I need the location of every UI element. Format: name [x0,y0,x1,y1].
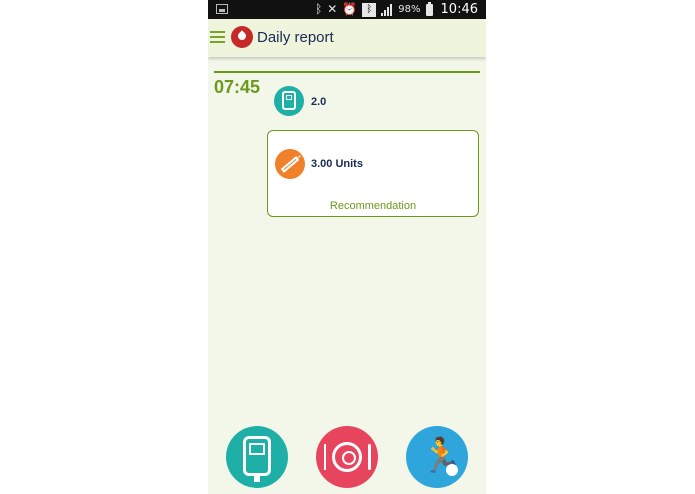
fork-icon [324,444,326,470]
meal-plate-icon [332,442,362,472]
timeline-divider [214,71,480,73]
status-bar: ᛒ ✕ ⏰ ᛒ 98% 10:46 [208,0,486,19]
insulin-dose-value: 3.00 Units [311,158,363,170]
signal-icon [381,3,393,16]
battery-percent: 98% [398,4,421,15]
alarm-icon: ⏰ [342,2,358,16]
syringe-icon [275,149,305,179]
bluetooth-box-icon: ᛒ [362,2,377,17]
recommendation-link[interactable]: Recommendation [268,200,478,212]
insulin-entry-card[interactable]: 3.00 Units Recommendation [267,130,479,217]
image-icon [216,4,228,14]
glucose-meter-icon [274,86,304,116]
bluetooth-icon: ᛒ [315,2,323,16]
add-glucose-button[interactable] [226,426,288,488]
clock: 10:46 [440,2,478,17]
knife-icon [368,444,371,470]
battery-icon [425,1,433,16]
mute-icon: ✕ [327,2,338,16]
status-icons: ᛒ ✕ ⏰ ᛒ 98% 10:46 [315,0,478,19]
add-activity-button[interactable]: 🏃 [406,426,468,488]
blood-drop-icon [231,26,253,48]
hamburger-menu-icon[interactable] [210,31,225,43]
page-title: Daily report [257,29,334,46]
glucose-meter-icon [243,436,271,482]
glucose-reading-value[interactable]: 2.0 [311,96,326,108]
ball-icon [446,464,458,476]
phone-screen: ᛒ ✕ ⏰ ᛒ 98% 10:46 Daily report 07:45 2.0… [208,0,486,494]
app-bar: Daily report [208,19,486,57]
entry-time: 07:45 [214,77,261,97]
add-meal-button[interactable] [316,426,378,488]
